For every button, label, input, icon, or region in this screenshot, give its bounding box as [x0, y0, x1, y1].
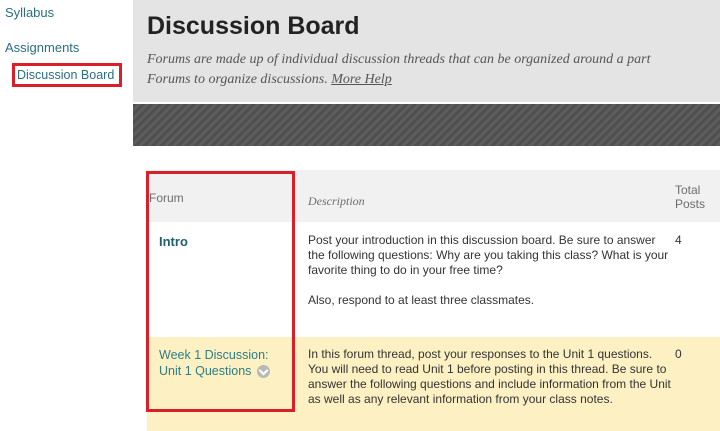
page-header: Discussion Board Forums are made up of i…	[133, 0, 720, 102]
sidebar-item-assignments[interactable]: Assignments	[5, 40, 79, 55]
page-description-line2: Forums to organize discussions. More Hel…	[147, 70, 720, 90]
page-title: Discussion Board	[147, 12, 360, 40]
more-help-link[interactable]: More Help	[331, 72, 392, 87]
forum-description-extra: Also, respond to at least three classmat…	[308, 293, 535, 307]
action-bar	[133, 104, 720, 146]
course-menu-sidebar: Syllabus Assignments Discussion Board	[0, 0, 128, 431]
forum-column-highlight-box	[146, 171, 295, 412]
page-description: Forums are made up of individual discuss…	[147, 50, 720, 90]
forum-description: In this forum thread, post your response…	[308, 347, 671, 406]
page-description-text: Forums to organize discussions.	[147, 72, 328, 87]
column-header-description[interactable]: Description	[308, 191, 720, 211]
column-header-total-posts[interactable]: Total Posts	[675, 183, 705, 211]
forum-total-posts: 0	[675, 347, 682, 361]
spacer	[133, 146, 720, 170]
sidebar-item-syllabus[interactable]: Syllabus	[5, 5, 54, 20]
forum-description: Post your introduction in this discussio…	[308, 233, 669, 277]
forum-total-posts: 4	[675, 233, 682, 247]
page-description-line1: Forums are made up of individual discuss…	[147, 52, 651, 67]
sidebar-item-discussion-board[interactable]: Discussion Board	[17, 68, 114, 82]
